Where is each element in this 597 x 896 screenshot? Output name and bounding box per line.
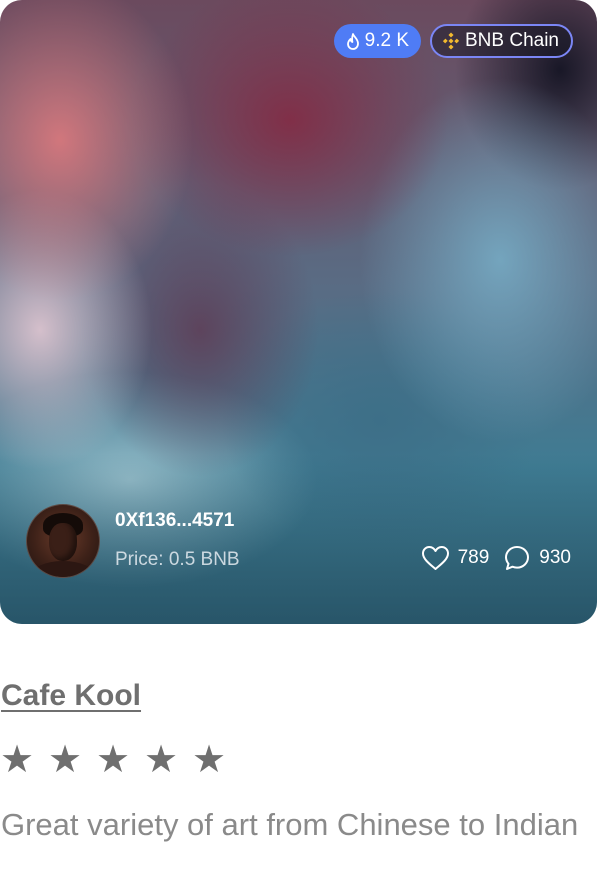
- chain-badge-label: BNB Chain: [465, 30, 559, 51]
- chain-badge[interactable]: BNB Chain: [430, 24, 573, 58]
- star-icon: ★: [96, 739, 131, 781]
- likes-badge: 9.2 K: [333, 24, 421, 58]
- comment-button[interactable]: 930: [503, 544, 571, 572]
- comment-count: 930: [539, 547, 571, 568]
- star-icon: ★: [192, 739, 227, 781]
- nft-card[interactable]: 9.2 K BNB Chain 0Xf136...4571 Price: 0.5…: [0, 0, 597, 896]
- avatar-face: [49, 523, 77, 561]
- owner-address[interactable]: 0Xf136...4571: [115, 510, 234, 532]
- like-count: 789: [457, 547, 490, 568]
- price-label: Price: 0.5 BNB: [115, 549, 240, 570]
- avatar[interactable]: [26, 504, 100, 578]
- like-button[interactable]: 789: [421, 545, 490, 571]
- bnb-logo-icon: [442, 32, 460, 50]
- star-icon: ★: [48, 739, 83, 781]
- card-title-link[interactable]: Cafe Kool: [1, 679, 141, 713]
- star-icon: ★: [0, 739, 35, 781]
- comment-bubble-icon: [503, 544, 531, 572]
- owner-row: 0Xf136...4571 Price: 0.5 BNB 789 930: [26, 504, 571, 578]
- card-description: Great variety of art from Chinese to Ind…: [1, 807, 579, 842]
- badge-row: 9.2 K BNB Chain: [333, 24, 573, 58]
- flame-icon: [346, 32, 360, 50]
- avatar-shoulders: [31, 561, 95, 577]
- likes-badge-value: 9.2 K: [364, 30, 409, 51]
- rating-stars: ★ ★ ★ ★ ★: [0, 740, 226, 780]
- engagement-stats: 789 930: [421, 544, 571, 572]
- star-icon: ★: [144, 739, 179, 781]
- heart-icon: [421, 545, 450, 571]
